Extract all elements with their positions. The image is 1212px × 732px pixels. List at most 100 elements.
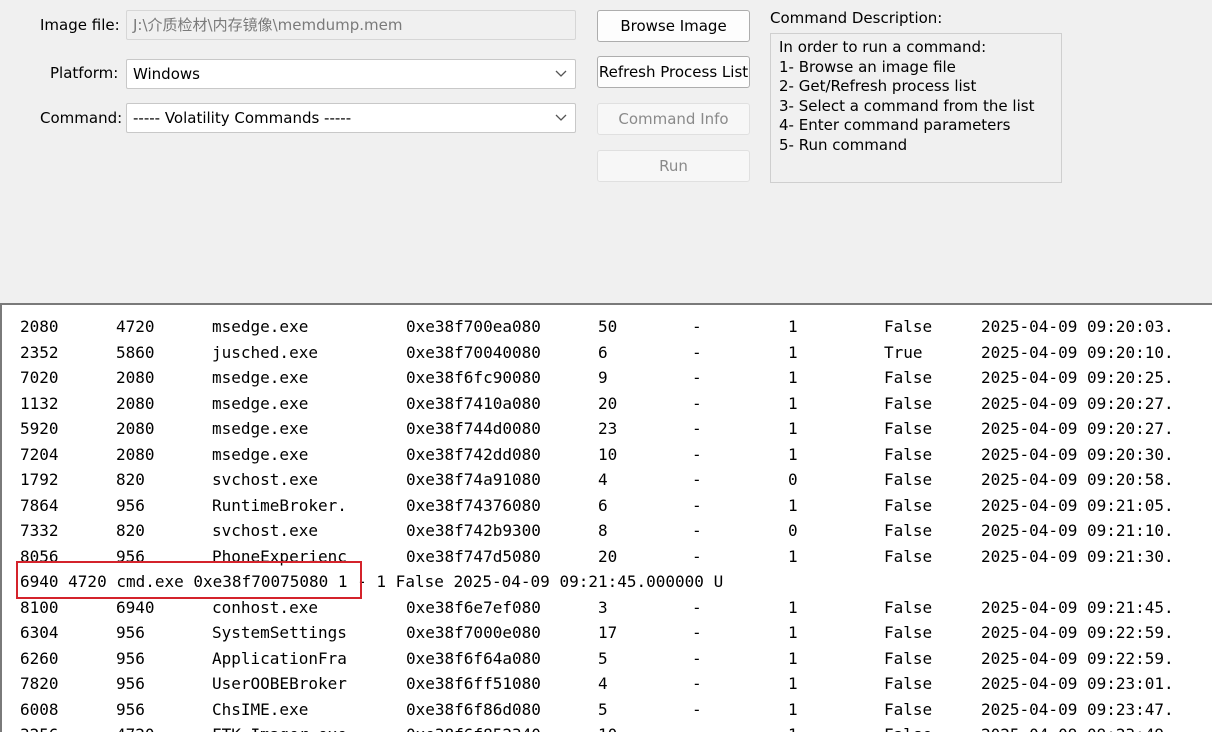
table-cell: RuntimeBroker. — [212, 495, 347, 515]
command-label: Command: — [40, 109, 123, 127]
table-cell: 6304 — [20, 623, 59, 642]
table-cell: 0xe38f7410a080 — [406, 393, 541, 413]
table-row: 6260 956 ApplicationFra 0xe38f6f64a080 5 - 1 Fa… — [2, 646, 1212, 672]
table-cell: 0xe38f742b9300 — [406, 521, 541, 540]
table-cell: UserOOBEBroker — [212, 674, 347, 693]
table-cell: 956 — [116, 623, 145, 642]
table-row: 5920 2080 msedge.exe 0xe38f744d0080 23 - 1 Fals… — [2, 416, 1212, 442]
table-cell: msedge.exe — [212, 393, 309, 413]
table-cell: - — [692, 470, 702, 489]
table-cell: False — [884, 623, 933, 642]
table-row: 6008 956 ChsIME.exe 0xe38f6f86d080 5 - 1 False 2… — [2, 697, 1212, 723]
image-file-label: Image file: — [40, 16, 120, 34]
table-cell: - — [692, 521, 702, 540]
table-cell: 0xe38f747d5080 — [406, 546, 541, 566]
table-cell: False — [884, 470, 933, 489]
table-cell: 6 — [598, 342, 608, 362]
table-cell: FTK Imager.exe — [212, 722, 347, 732]
table-cell: - — [692, 699, 702, 719]
table-cell: jusched.exe — [212, 342, 318, 362]
table-row: 7332 820 svchost.exe 0xe38f742b9300 8 - 0 False… — [2, 518, 1212, 544]
table-cell: 1132 — [20, 393, 59, 413]
table-cell: True — [884, 342, 923, 362]
table-cell: 1 — [788, 699, 798, 719]
table-row: 7204 2080 msedge.exe 0xe38f742dd080 10 - 1 Fals… — [2, 442, 1212, 468]
table-cell: 10 — [598, 722, 617, 732]
table-cell: 956 — [116, 674, 145, 693]
table-cell: 0xe38f744d0080 — [406, 419, 541, 438]
browse-image-button[interactable]: Browse Image — [597, 10, 750, 42]
refresh-process-list-button[interactable]: Refresh Process List — [597, 56, 750, 88]
image-file-field[interactable]: J:\介质检材\内存镜像\memdump.mem — [126, 10, 576, 40]
table-cell: 23 — [598, 419, 618, 438]
table-cell: - — [692, 419, 702, 438]
table-cell: 2025-04-09 09:23:01. — [981, 674, 1174, 693]
description-line: 3- Select a command from the list — [779, 96, 1035, 115]
command-value: ----- Volatility Commands ----- — [133, 109, 352, 127]
table-cell: 2025-04-09 09:22:59. — [981, 648, 1174, 668]
highlighted-row-text: 6940 4720 cmd.exe 0xe38f70075080 1 - 1 F… — [20, 572, 724, 591]
table-cell: - — [692, 495, 702, 515]
highlighted-output-row: 6940 4720 cmd.exe 0xe38f70075080 1 - 1 F… — [2, 569, 1212, 595]
table-cell: 6008 — [20, 699, 59, 719]
table-cell: ChsIME.exe — [212, 699, 309, 719]
table-cell: False — [884, 521, 933, 540]
table-cell: 0xe38f6f852340 — [406, 722, 541, 732]
table-cell: 0xe38f6ff51080 — [406, 674, 541, 693]
table-cell: 1 — [788, 342, 798, 362]
table-cell: 0xe38f7000e080 — [406, 623, 541, 642]
table-cell: 20 — [598, 393, 618, 413]
chevron-down-icon — [555, 114, 567, 121]
chevron-down-icon — [555, 70, 567, 77]
table-cell: 1 — [788, 546, 798, 566]
command-description-title: Command Description: — [770, 9, 943, 27]
table-cell: False — [884, 444, 933, 464]
table-cell: False — [884, 699, 933, 719]
table-cell: False — [884, 368, 933, 387]
table-cell: 8 — [598, 521, 608, 540]
command-dropdown[interactable]: ----- Volatility Commands ----- — [126, 103, 576, 133]
table-cell: 50 — [598, 317, 618, 336]
table-cell: - — [692, 648, 702, 668]
table-cell: 6260 — [20, 648, 59, 668]
table-cell: 20 — [598, 546, 618, 566]
table-cell: False — [884, 546, 933, 566]
table-cell: SystemSettings — [212, 623, 347, 642]
table-cell: 7332 — [20, 521, 59, 540]
command-info-button[interactable]: Command Info — [597, 103, 750, 135]
table-cell: 956 — [116, 648, 145, 668]
table-cell: 0xe38f74376080 — [406, 495, 541, 515]
platform-dropdown[interactable]: Windows — [126, 59, 576, 89]
table-cell: 1792 — [20, 470, 59, 489]
table-cell: 1 — [788, 674, 798, 693]
table-cell: - — [692, 623, 702, 642]
description-line: 4- Enter command parameters — [779, 116, 1011, 134]
table-cell: 4720 — [116, 722, 155, 732]
output-text-area[interactable]: 2080 4720 msedge.exe 0xe38f700ea080 50-1 Fals… — [0, 303, 1212, 732]
table-cell: 0xe38f6fc90080 — [406, 368, 541, 387]
table-cell: 2025-04-09 09:21:10. — [981, 521, 1174, 540]
table-cell: False — [884, 674, 933, 693]
table-cell: 2025-04-09 09:21:05. — [981, 495, 1174, 515]
table-cell: 0 — [788, 470, 798, 489]
table-cell: 0xe38f700ea080 — [406, 317, 541, 336]
table-cell: - — [692, 674, 702, 693]
table-cell: 4720 — [116, 317, 155, 336]
table-cell: 0xe38f6f86d080 — [406, 699, 541, 719]
table-cell: 5 — [598, 648, 608, 668]
description-line: In order to run a command: — [779, 38, 987, 56]
table-cell: 820 — [116, 470, 145, 489]
table-cell: 0xe38f742dd080 — [406, 444, 541, 464]
run-button[interactable]: Run — [597, 150, 750, 182]
table-cell: 7020 — [20, 368, 59, 387]
table-cell: ApplicationFra — [212, 648, 347, 668]
table-cell: 1 — [788, 317, 798, 336]
table-cell: 2352 — [20, 342, 59, 362]
table-cell: False — [884, 495, 933, 515]
table-cell: - — [692, 342, 702, 362]
table-cell: msedge.exe — [212, 317, 309, 336]
table-cell: 0 — [788, 521, 798, 540]
table-cell: False — [884, 597, 933, 617]
table-cell: - — [692, 317, 702, 336]
table-cell: 2080 — [20, 317, 59, 336]
